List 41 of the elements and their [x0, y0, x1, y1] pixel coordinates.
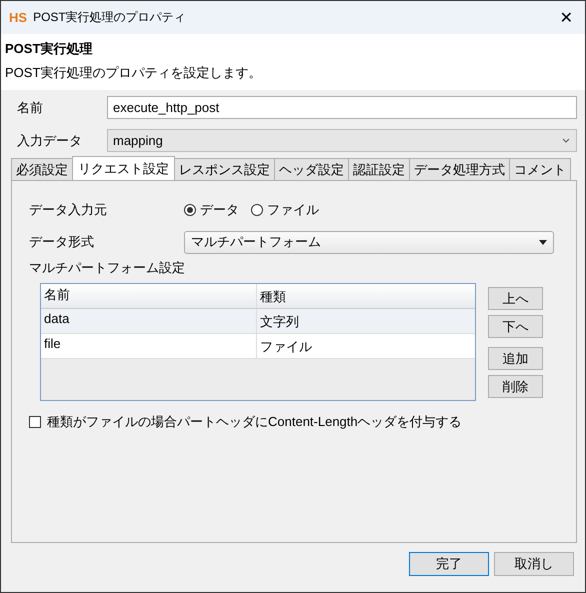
section-label: マルチパートフォーム設定	[29, 259, 186, 277]
chevron-icon	[561, 138, 571, 144]
header-description: POST実行処理のプロパティを設定します。	[5, 64, 262, 82]
dialog-button[interactable]: 取消し	[494, 552, 574, 576]
table-row[interactable]: data 文字列	[41, 309, 475, 334]
radio-button[interactable]	[184, 204, 196, 216]
app-logo: HS	[9, 10, 28, 25]
field-label: 入力データ	[17, 132, 83, 150]
dialog-button[interactable]: 完了	[409, 552, 489, 576]
checkbox[interactable]	[29, 416, 41, 428]
column-header: 種類	[259, 288, 287, 306]
column-header: 名前	[41, 284, 257, 308]
tab[interactable]: レスポンス設定	[174, 158, 275, 180]
header-title: POST実行処理	[5, 40, 94, 58]
table-cell-text: ファイル	[259, 338, 313, 356]
radio-label: データ	[200, 201, 239, 219]
tab[interactable]: データ処理方式	[409, 158, 510, 180]
dropdown-arrow-icon	[539, 240, 547, 244]
radio-label: ファイル	[267, 201, 319, 219]
tab[interactable]: 必須設定	[11, 158, 73, 180]
table-row[interactable]: file ファイル	[41, 334, 475, 359]
tab[interactable]: コメント	[509, 158, 571, 180]
window-title: POST実行処理のプロパティ	[33, 9, 187, 26]
radio-button[interactable]	[251, 204, 263, 216]
table-cell-text: 文字列	[259, 313, 300, 331]
checkbox-label: 種類がファイルの場合パートヘッダにContent-Lengthヘッダを付与する	[47, 413, 462, 431]
table-button[interactable]: 追加	[488, 347, 543, 370]
table-cell: data	[41, 309, 257, 333]
table-button[interactable]: 削除	[488, 375, 543, 398]
close-button[interactable]: ✕	[556, 8, 577, 28]
field-label: データ形式	[29, 233, 95, 251]
field-label: 名前	[17, 98, 44, 116]
input-field[interactable]: execute_http_post	[107, 96, 577, 119]
table-button[interactable]: 下へ	[488, 315, 543, 338]
field-label: データ入力元	[29, 201, 108, 219]
dropdown[interactable]: マルチパートフォーム	[184, 230, 554, 254]
tab[interactable]: 認証設定	[348, 158, 410, 180]
tab[interactable]: リクエスト設定	[72, 156, 175, 180]
table-button[interactable]: 上へ	[488, 287, 543, 310]
tab[interactable]: ヘッダ設定	[274, 158, 349, 180]
table-cell: file	[41, 334, 257, 358]
